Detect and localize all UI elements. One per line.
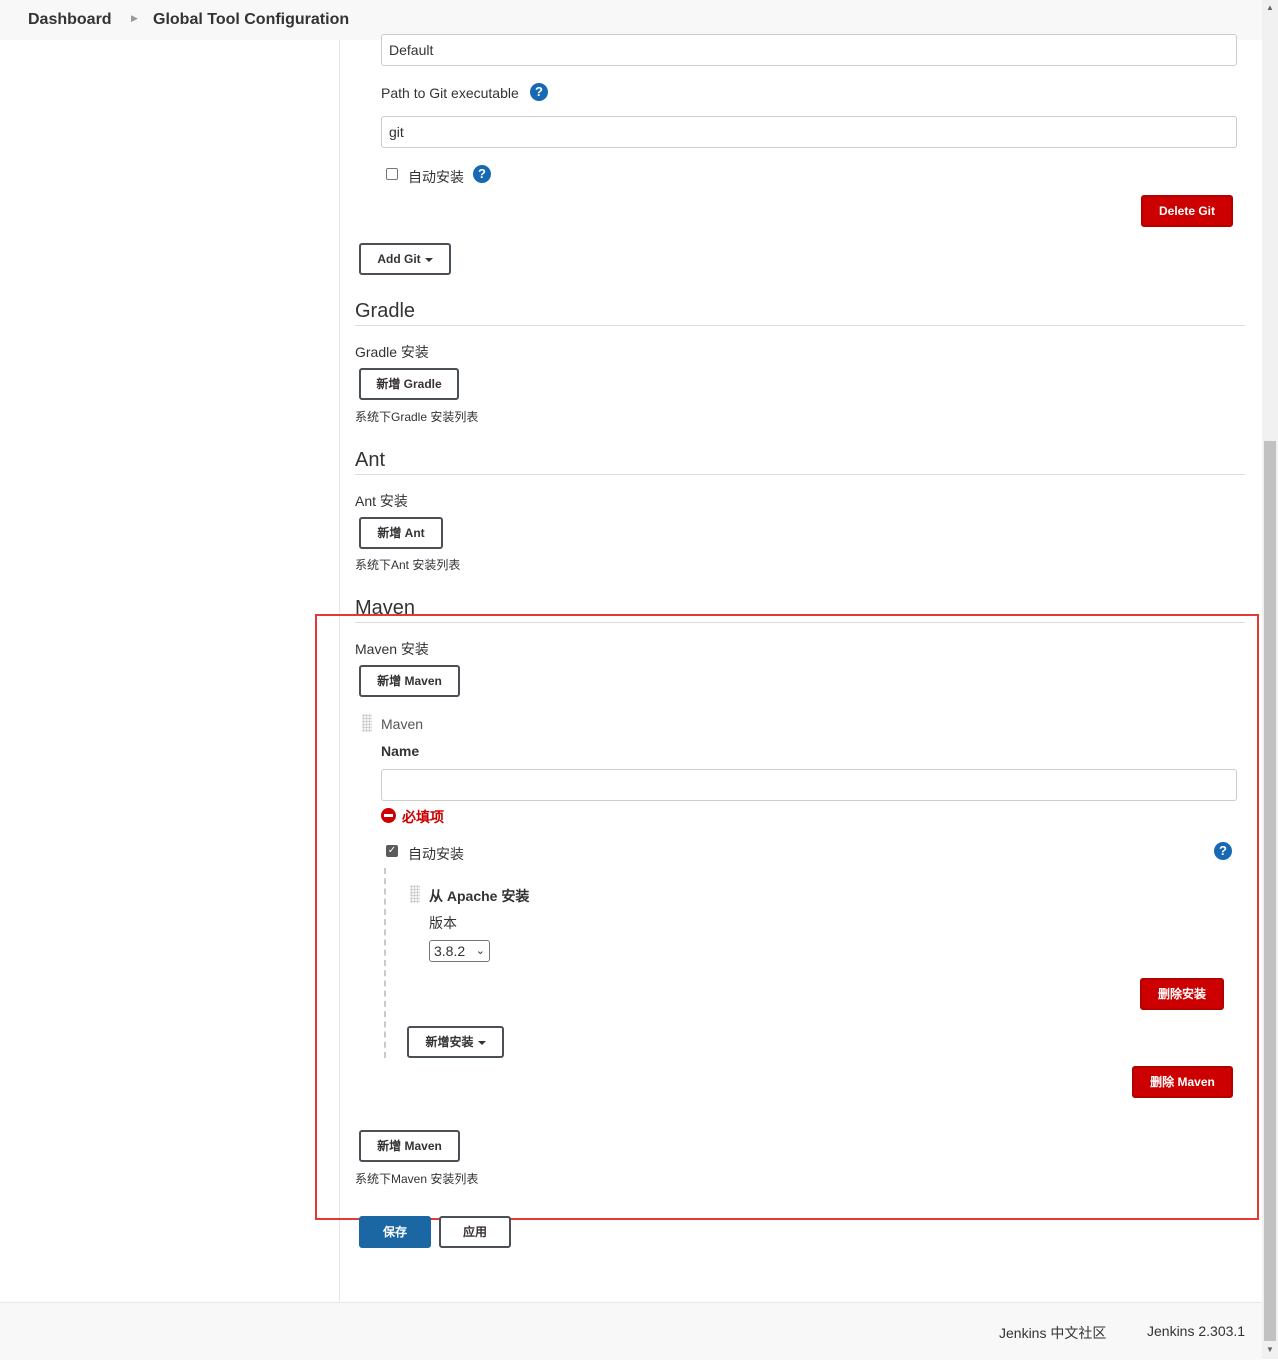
git-path-input[interactable]: git (381, 116, 1237, 148)
ant-section-divider (355, 474, 1245, 475)
scroll-down-arrow-icon[interactable]: ▼ (1264, 1344, 1276, 1356)
gradle-install-label: Gradle 安装 (355, 344, 429, 360)
footer-community-link[interactable]: Jenkins 中文社区 (999, 1323, 1106, 1343)
apply-button[interactable]: 应用 (439, 1216, 511, 1248)
ant-list-note: 系统下Ant 安装列表 (355, 558, 461, 572)
chevron-down-icon (424, 257, 433, 262)
ant-install-label: Ant 安装 (355, 493, 408, 509)
scrollbar-thumb[interactable] (1264, 441, 1276, 1341)
add-git-button[interactable]: Add Git (359, 243, 451, 275)
breadcrumb-global-tool-configuration[interactable]: Global Tool Configuration (153, 11, 349, 29)
gradle-section-title: Gradle (355, 300, 416, 322)
add-ant-button[interactable]: 新增 Ant (359, 517, 443, 549)
git-auto-install-label: 自动安装 (408, 169, 464, 185)
gradle-section-divider (355, 325, 1245, 326)
add-gradle-button[interactable]: 新增 Gradle (359, 368, 459, 400)
scroll-up-arrow-icon[interactable]: ▲ (1264, 2, 1276, 14)
git-path-help-icon[interactable]: ? (530, 83, 548, 101)
add-git-label: Add Git (377, 252, 421, 266)
ant-section-title: Ant (355, 449, 386, 471)
footer-version-link[interactable]: Jenkins 2.303.1 (1147, 1323, 1245, 1339)
gradle-list-note: 系统下Gradle 安装列表 (355, 410, 479, 424)
highlight-box (315, 614, 1259, 1220)
breadcrumb-separator-icon: ▶ (131, 13, 138, 23)
git-auto-install-checkbox[interactable] (386, 168, 398, 180)
git-name-value: Default (389, 42, 434, 58)
breadcrumb-dashboard[interactable]: Dashboard (28, 11, 112, 29)
git-auto-install-help-icon[interactable]: ? (473, 165, 491, 183)
delete-git-button[interactable]: Delete Git (1141, 195, 1233, 227)
git-path-value: git (389, 124, 404, 140)
git-name-input[interactable]: Default (381, 34, 1237, 66)
save-button[interactable]: 保存 (359, 1216, 431, 1248)
git-path-label: Path to Git executable (381, 85, 519, 101)
